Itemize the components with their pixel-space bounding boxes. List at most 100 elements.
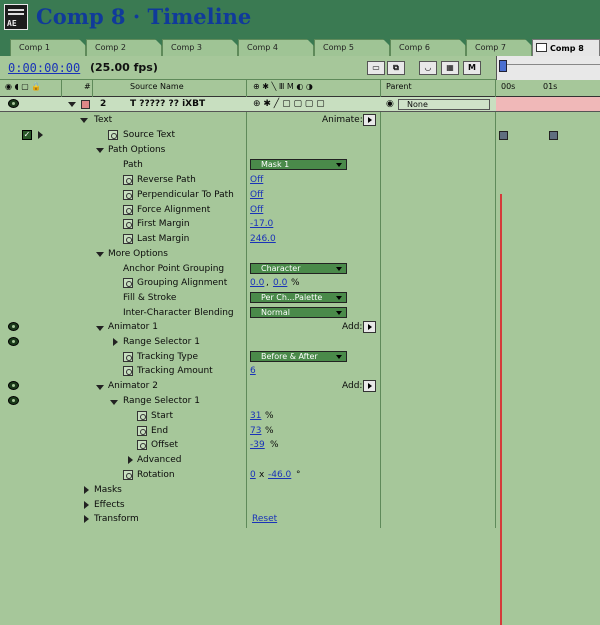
prop-label: End <box>151 426 169 436</box>
time-navigator[interactable] <box>496 56 600 80</box>
layer-duration-bar[interactable] <box>496 97 600 112</box>
stopwatch-icon[interactable] <box>123 205 133 215</box>
prop-value[interactable]: 6 <box>250 366 256 376</box>
prop-label: Offset <box>151 440 179 450</box>
eye-icon[interactable] <box>8 322 19 331</box>
prop-label: Animator 2 <box>108 381 158 391</box>
eye-icon[interactable] <box>8 337 19 346</box>
stopwatch-icon[interactable] <box>123 470 133 480</box>
animate-button[interactable] <box>363 114 376 126</box>
keyframe-nav-icon[interactable] <box>38 131 43 139</box>
prop-value[interactable]: -17.0 <box>250 219 273 229</box>
tab-comp-2[interactable]: Comp 2 <box>86 39 162 56</box>
eye-icon[interactable] <box>8 396 19 405</box>
stopwatch-icon[interactable] <box>137 440 147 450</box>
wireframe-button[interactable]: ⧉ <box>387 61 405 75</box>
layer-name[interactable]: T ????? ?? iXBT <box>130 99 205 109</box>
prop-value[interactable]: 0 <box>250 470 256 480</box>
eye-icon[interactable] <box>8 99 19 108</box>
fill-stroke-dropdown[interactable]: Per Ch...Palette <box>250 292 347 303</box>
stopwatch-icon[interactable] <box>123 278 133 288</box>
prop-label: Perpendicular To Path <box>137 190 234 200</box>
stopwatch-icon[interactable] <box>123 366 133 376</box>
tab-comp-3[interactable]: Comp 3 <box>162 39 238 56</box>
tab-comp-6[interactable]: Comp 6 <box>390 39 466 56</box>
stopwatch-icon[interactable] <box>123 219 133 229</box>
eye-icon[interactable] <box>8 381 19 390</box>
ruler-0s: 00s <box>501 82 516 91</box>
keyframe-marker[interactable] <box>499 131 508 140</box>
shy-button[interactable]: ◡ <box>419 61 437 75</box>
stopwatch-icon[interactable] <box>108 130 118 140</box>
av-switch-icons: ◉ ◖ ▢ 🔒 <box>5 82 42 91</box>
tab-comp-7[interactable]: Comp 7 <box>466 39 532 56</box>
tab-comp-8[interactable]: Comp 8 <box>532 39 600 56</box>
frame-blend-button[interactable]: ▦ <box>441 61 459 75</box>
col-parent[interactable]: Parent <box>386 82 412 91</box>
prop-label: Animator 1 <box>108 322 158 332</box>
col-source-name[interactable]: Source Name <box>130 82 184 91</box>
timeline-graph[interactable] <box>496 97 600 625</box>
anchor-grouping-dropdown[interactable]: Character <box>250 263 347 274</box>
expand-triangle-icon[interactable] <box>84 515 89 523</box>
motion-blur-button[interactable]: M <box>463 61 481 75</box>
prop-value[interactable]: 246.0 <box>250 234 276 244</box>
prop-value-2[interactable]: -46.0 <box>268 470 291 480</box>
expand-triangle-icon[interactable] <box>110 400 118 405</box>
current-time-display[interactable]: 0:00:00:00 <box>8 61 80 75</box>
expand-triangle-icon[interactable] <box>128 456 133 464</box>
tab-comp-5[interactable]: Comp 5 <box>314 39 390 56</box>
tab-comp-4[interactable]: Comp 4 <box>238 39 314 56</box>
expand-triangle-icon[interactable] <box>84 501 89 509</box>
prop-label: Transform <box>94 514 139 524</box>
expand-triangle-icon[interactable] <box>96 252 104 257</box>
stopwatch-icon[interactable] <box>123 190 133 200</box>
stopwatch-icon[interactable] <box>137 411 147 421</box>
prop-value[interactable]: 0.0 <box>250 278 264 288</box>
expand-triangle-icon[interactable] <box>96 326 104 331</box>
stopwatch-icon[interactable] <box>123 175 133 185</box>
keyframe-marker[interactable] <box>549 131 558 140</box>
prop-label: Range Selector 1 <box>123 337 200 347</box>
tracking-type-dropdown[interactable]: Before & After <box>250 351 347 362</box>
prop-value[interactable]: -39 <box>250 440 265 450</box>
expand-triangle-icon[interactable] <box>113 338 118 346</box>
label-color-swatch[interactable] <box>81 100 90 109</box>
stopwatch-icon[interactable] <box>137 426 147 436</box>
prop-value[interactable]: Off <box>250 190 263 200</box>
ruler-1s: 01s <box>543 82 558 91</box>
expand-triangle-icon[interactable] <box>84 486 89 494</box>
expand-triangle-icon[interactable] <box>80 118 88 123</box>
expand-triangle-icon[interactable] <box>68 102 76 107</box>
comp-icon <box>536 43 547 52</box>
prop-value[interactable]: 31 <box>250 411 261 421</box>
parent-select[interactable]: None <box>398 99 490 110</box>
prop-value[interactable]: Off <box>250 175 263 185</box>
prop-value-2[interactable]: 0.0 <box>273 278 287 288</box>
comp-flowchart-button[interactable]: ▭ <box>367 61 385 75</box>
add-button[interactable] <box>363 321 376 333</box>
blending-dropdown[interactable]: Normal <box>250 307 347 318</box>
tab-comp-1[interactable]: Comp 1 <box>10 39 86 56</box>
layer-switches[interactable]: ⊕ ✱ ╱ ▢ ▢ ▢ ▢ <box>253 99 325 109</box>
path-dropdown[interactable]: Mask 1 <box>250 159 347 170</box>
expand-triangle-icon[interactable] <box>96 148 104 153</box>
add-button[interactable] <box>363 380 376 392</box>
expand-triangle-icon[interactable] <box>96 385 104 390</box>
prop-value[interactable]: Off <box>250 205 263 215</box>
prop-label: Rotation <box>137 470 175 480</box>
add-label: Add: <box>342 322 363 332</box>
prop-value[interactable]: 73 <box>250 426 261 436</box>
separator: , <box>266 278 269 288</box>
reset-link[interactable]: Reset <box>252 514 277 524</box>
current-time-indicator[interactable] <box>500 194 502 625</box>
stopwatch-icon[interactable] <box>123 352 133 362</box>
stopwatch-icon[interactable] <box>123 234 133 244</box>
unit: % <box>270 440 279 450</box>
navigator-handle[interactable] <box>499 60 507 72</box>
prop-label: Path <box>123 160 143 170</box>
prop-label: Path Options <box>108 145 166 155</box>
unit: % <box>265 411 274 421</box>
prop-label: Reverse Path <box>137 175 196 185</box>
checkbox-icon[interactable]: ✓ <box>22 130 32 140</box>
